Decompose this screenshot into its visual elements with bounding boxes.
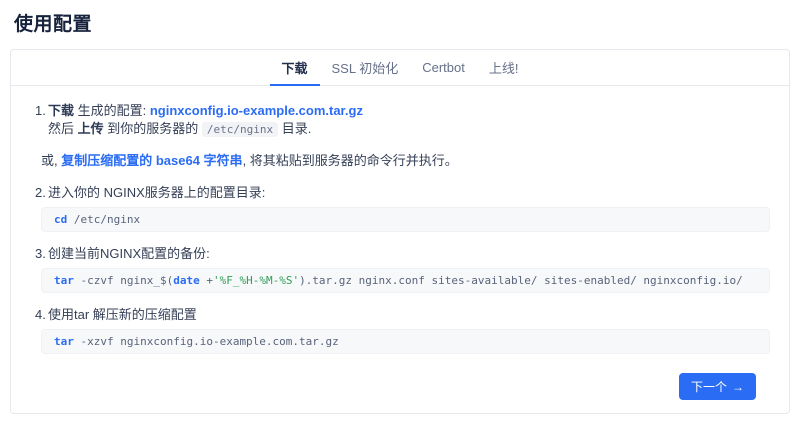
tab-download[interactable]: 下载 — [270, 50, 320, 86]
tab-go-live[interactable]: 上线! — [477, 50, 531, 86]
page-title: 使用配置 — [14, 9, 800, 36]
usage-config-panel: 下载 SSL 初始化 Certbot 上线! 1. 下载 生成的配置: ngin… — [10, 49, 790, 414]
copy-base64-link[interactable]: 复制压缩配置的 base64 字符串 — [61, 153, 242, 168]
next-button[interactable]: 下一个→ — [679, 373, 756, 400]
upload-word: 上传 — [78, 121, 104, 136]
tab-certbot[interactable]: Certbot — [410, 50, 477, 86]
step-1-text: 下载 生成的配置: nginxconfig.io-example.com.tar… — [48, 102, 770, 139]
code-block-cd: cd /etc/nginx — [41, 207, 770, 232]
code-block-tar-backup: tar -czvf nginx_$(date +'%F_%H-%M-%S').t… — [41, 268, 770, 293]
step-number: 3. — [35, 245, 48, 263]
usage-config-page: 使用配置 下载 SSL 初始化 Certbot 上线! 1. 下载 生成的配置:… — [0, 9, 800, 431]
copy-base64-alternative-line: 或, 复制压缩配置的 base64 字符串, 将其粘贴到服务器的命令行并执行。 — [41, 152, 770, 170]
step-3-backup: 3. 创建当前NGINX配置的备份: tar -czvf nginx_$(dat… — [35, 245, 770, 293]
tab-ssl-init[interactable]: SSL 初始化 — [320, 50, 411, 86]
step-3-label: 创建当前NGINX配置的备份: — [48, 245, 770, 263]
step-2-cd-directory: 2. 进入你的 NGINX服务器上的配置目录: cd /etc/nginx — [35, 184, 770, 232]
step-number: 2. — [35, 184, 48, 202]
step-number: 1. — [35, 102, 48, 139]
etc-nginx-inline-code: /etc/nginx — [202, 122, 278, 137]
step-1-download: 1. 下载 生成的配置: nginxconfig.io-example.com.… — [35, 102, 770, 139]
code-block-tar-extract: tar -xzvf nginxconfig.io-example.com.tar… — [41, 329, 770, 354]
arrow-right-icon: → — [732, 380, 744, 394]
step-4-extract: 4. 使用tar 解压新的压缩配置 tar -xzvf nginxconfig.… — [35, 306, 770, 354]
download-config-link[interactable]: nginxconfig.io-example.com.tar.gz — [150, 103, 363, 118]
next-button-row: 下一个→ — [35, 367, 770, 413]
tab-bar: 下载 SSL 初始化 Certbot 上线! — [11, 50, 789, 86]
step-2-label: 进入你的 NGINX服务器上的配置目录: — [48, 184, 770, 202]
step-4-label: 使用tar 解压新的压缩配置 — [48, 306, 770, 324]
download-word: 下载 — [48, 103, 74, 118]
tab-content-download: 1. 下载 生成的配置: nginxconfig.io-example.com.… — [11, 86, 789, 413]
step-number: 4. — [35, 306, 48, 324]
